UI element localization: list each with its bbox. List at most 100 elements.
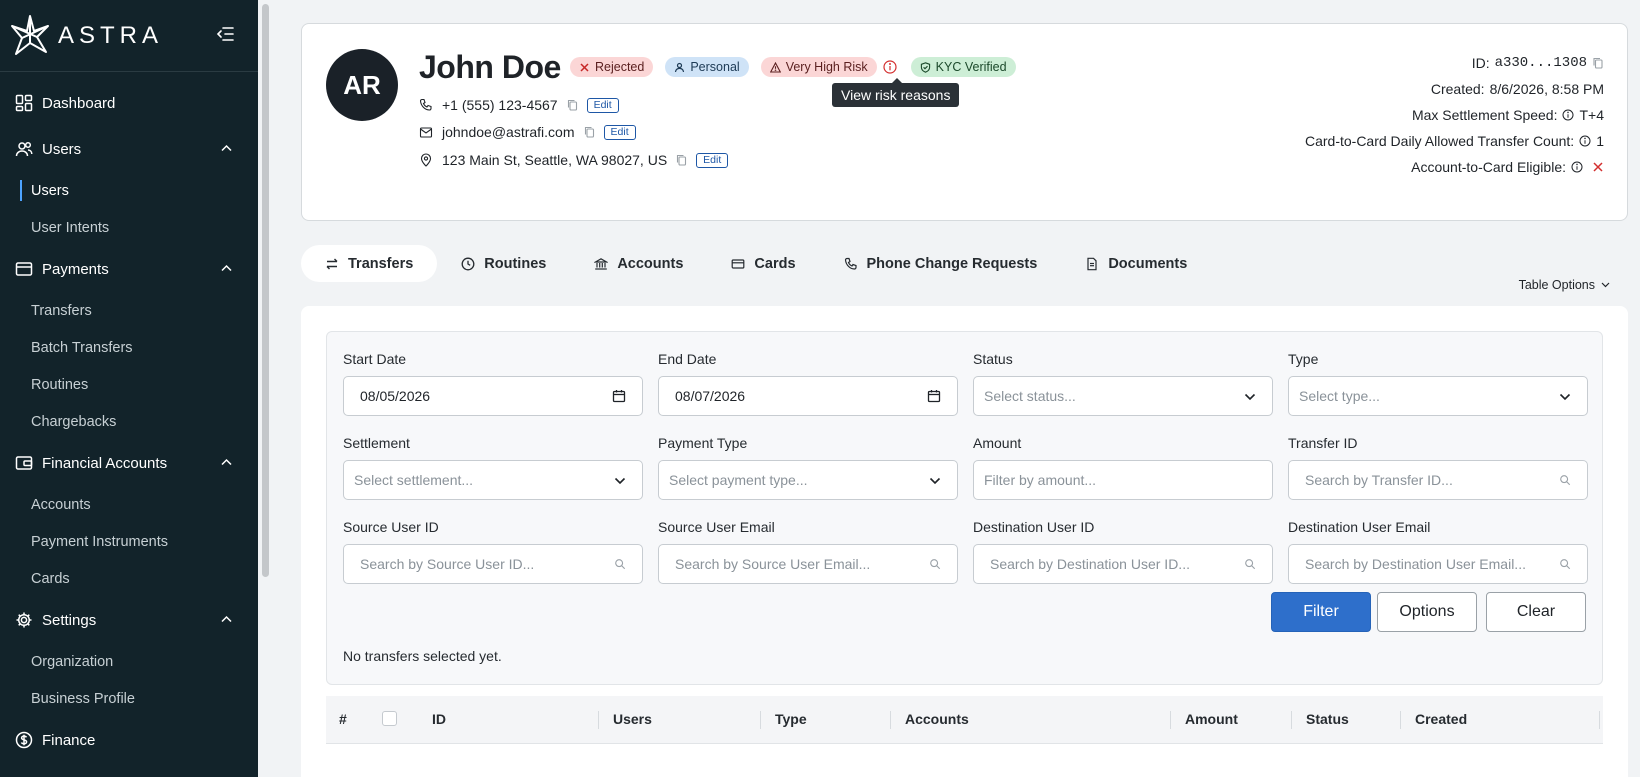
edit-address-button[interactable]: Edit bbox=[696, 152, 729, 168]
status-select[interactable]: Select status... bbox=[973, 376, 1273, 416]
collapse-sidebar-icon[interactable] bbox=[216, 26, 234, 42]
end-date-value: 08/07/2026 bbox=[675, 388, 746, 404]
options-button[interactable]: Options bbox=[1377, 592, 1477, 632]
copy-icon[interactable] bbox=[676, 154, 687, 166]
column-resizer[interactable] bbox=[1170, 711, 1171, 729]
tab-label: Accounts bbox=[617, 255, 684, 272]
clear-button[interactable]: Clear bbox=[1486, 592, 1586, 632]
start-date-input[interactable]: 08/05/2026 bbox=[343, 376, 643, 416]
sidebar-item-chargebacks[interactable]: Chargebacks bbox=[0, 403, 258, 440]
email-row: johndoe@astrafi.com Edit bbox=[419, 124, 636, 140]
column-resizer[interactable] bbox=[598, 711, 599, 729]
page-scrollbar-thumb[interactable] bbox=[262, 4, 269, 577]
sidebar-item-transfers[interactable]: Transfers bbox=[0, 292, 258, 329]
app-name: ASTRA bbox=[58, 21, 164, 49]
user-id-label: ID: bbox=[1471, 55, 1490, 71]
settlement-placeholder: Select settlement... bbox=[354, 472, 474, 488]
source-user-id-label: Source User ID bbox=[343, 519, 439, 535]
dest-user-id-input[interactable]: Search by Destination User ID... bbox=[973, 544, 1273, 584]
sidebar-group-payments[interactable]: Payments bbox=[0, 246, 258, 292]
transfer-id-placeholder: Search by Transfer ID... bbox=[1305, 472, 1453, 488]
dest-user-id-placeholder: Search by Destination User ID... bbox=[990, 556, 1190, 572]
sidebar-group-financial-accounts[interactable]: Financial Accounts bbox=[0, 440, 258, 486]
end-date-input[interactable]: 08/07/2026 bbox=[658, 376, 958, 416]
sidebar-item-user-intents[interactable]: User Intents bbox=[0, 209, 258, 246]
sidebar-item-users[interactable]: Users bbox=[0, 172, 258, 209]
created-label: Created: bbox=[1430, 81, 1485, 97]
settlement-select[interactable]: Select settlement... bbox=[343, 460, 643, 500]
column-header-status[interactable]: Status bbox=[1306, 711, 1349, 727]
column-resizer[interactable] bbox=[760, 711, 761, 729]
tab-routines[interactable]: Routines bbox=[437, 245, 570, 282]
user-id-row: ID: a330...1308 bbox=[1305, 50, 1604, 76]
calendar-icon[interactable] bbox=[927, 389, 941, 403]
dest-user-email-input[interactable]: Search by Destination User Email... bbox=[1288, 544, 1588, 584]
tab-cards[interactable]: Cards bbox=[707, 245, 819, 282]
info-icon[interactable] bbox=[1579, 135, 1591, 147]
tab-transfers[interactable]: Transfers bbox=[301, 245, 438, 282]
sidebar-item-cards[interactable]: Cards bbox=[0, 560, 258, 597]
risk-info-icon[interactable] bbox=[883, 60, 897, 74]
bank-icon bbox=[594, 257, 609, 270]
column-resizer[interactable] bbox=[1291, 711, 1292, 729]
edit-phone-button[interactable]: Edit bbox=[586, 97, 619, 113]
created-value: 8/6/2026, 8:58 PM bbox=[1489, 81, 1604, 97]
column-header-created[interactable]: Created bbox=[1415, 711, 1467, 727]
table-options-dropdown[interactable]: Table Options bbox=[1519, 278, 1610, 292]
sidebar-item-organization[interactable]: Organization bbox=[0, 643, 258, 680]
tab-accounts[interactable]: Accounts bbox=[570, 245, 707, 282]
source-user-email-input[interactable]: Search by Source User Email... bbox=[658, 544, 958, 584]
sidebar-item-batch-transfers[interactable]: Batch Transfers bbox=[0, 329, 258, 366]
search-icon bbox=[930, 559, 941, 570]
sidebar-item-business-profile[interactable]: Business Profile bbox=[0, 680, 258, 717]
payment-type-select[interactable]: Select payment type... bbox=[658, 460, 958, 500]
sidebar-group-users[interactable]: Users bbox=[0, 126, 258, 172]
sidebar-item-dashboard[interactable]: Dashboard bbox=[0, 80, 258, 126]
column-header-type[interactable]: Type bbox=[775, 711, 807, 727]
info-icon[interactable] bbox=[1571, 161, 1583, 173]
column-header-users[interactable]: Users bbox=[613, 711, 652, 727]
a2c-eligible-label: Account-to-Card Eligible: bbox=[1411, 159, 1566, 175]
filter-button[interactable]: Filter bbox=[1271, 592, 1371, 632]
amount-placeholder: Filter by amount... bbox=[984, 472, 1097, 488]
card-icon bbox=[732, 258, 745, 269]
tab-phone-change-requests[interactable]: Phone Change Requests bbox=[820, 245, 1062, 282]
warning-triangle-icon bbox=[769, 61, 781, 73]
chevron-down-icon bbox=[929, 477, 941, 485]
users-icon bbox=[15, 141, 33, 157]
column-resizer[interactable] bbox=[890, 711, 891, 729]
chevron-down-icon bbox=[1244, 393, 1256, 401]
astra-logo-icon bbox=[11, 14, 49, 55]
column-resizer[interactable] bbox=[1400, 711, 1401, 729]
transfer-id-input[interactable]: Search by Transfer ID... bbox=[1288, 460, 1588, 500]
column-header-amount[interactable]: Amount bbox=[1185, 711, 1238, 727]
user-name: John Doe bbox=[419, 49, 561, 85]
sidebar-item-routines[interactable]: Routines bbox=[0, 366, 258, 403]
copy-icon[interactable] bbox=[1592, 57, 1604, 69]
sidebar-group-settings[interactable]: Settings bbox=[0, 597, 258, 643]
sidebar-item-accounts[interactable]: Accounts bbox=[0, 486, 258, 523]
column-header-accounts[interactable]: Accounts bbox=[905, 711, 969, 727]
select-all-checkbox[interactable] bbox=[382, 711, 397, 726]
status-badges: Rejected Personal Very High Risk KYC Ver… bbox=[570, 57, 1016, 77]
edit-email-button[interactable]: Edit bbox=[603, 124, 636, 140]
sidebar-header: ASTRA bbox=[0, 0, 258, 72]
payment-type-placeholder: Select payment type... bbox=[669, 472, 808, 488]
dashboard-icon bbox=[15, 94, 33, 112]
copy-icon[interactable] bbox=[584, 126, 595, 138]
chevron-down-icon bbox=[1601, 282, 1610, 288]
column-header-id[interactable]: ID bbox=[432, 711, 446, 727]
info-icon[interactable] bbox=[1562, 109, 1574, 121]
calendar-icon[interactable] bbox=[612, 389, 626, 403]
search-icon bbox=[1560, 559, 1571, 570]
x-icon bbox=[580, 62, 589, 72]
sidebar-item-payment-instruments[interactable]: Payment Instruments bbox=[0, 523, 258, 560]
start-date-value: 08/05/2026 bbox=[360, 388, 431, 404]
copy-icon[interactable] bbox=[567, 99, 578, 111]
type-select[interactable]: Select type... bbox=[1288, 376, 1588, 416]
source-user-id-input[interactable]: Search by Source User ID... bbox=[343, 544, 643, 584]
sidebar-item-finance[interactable]: Finance bbox=[0, 717, 258, 763]
tab-documents[interactable]: Documents bbox=[1061, 245, 1211, 282]
amount-input[interactable]: Filter by amount... bbox=[973, 460, 1273, 500]
column-resizer[interactable] bbox=[1599, 711, 1600, 729]
